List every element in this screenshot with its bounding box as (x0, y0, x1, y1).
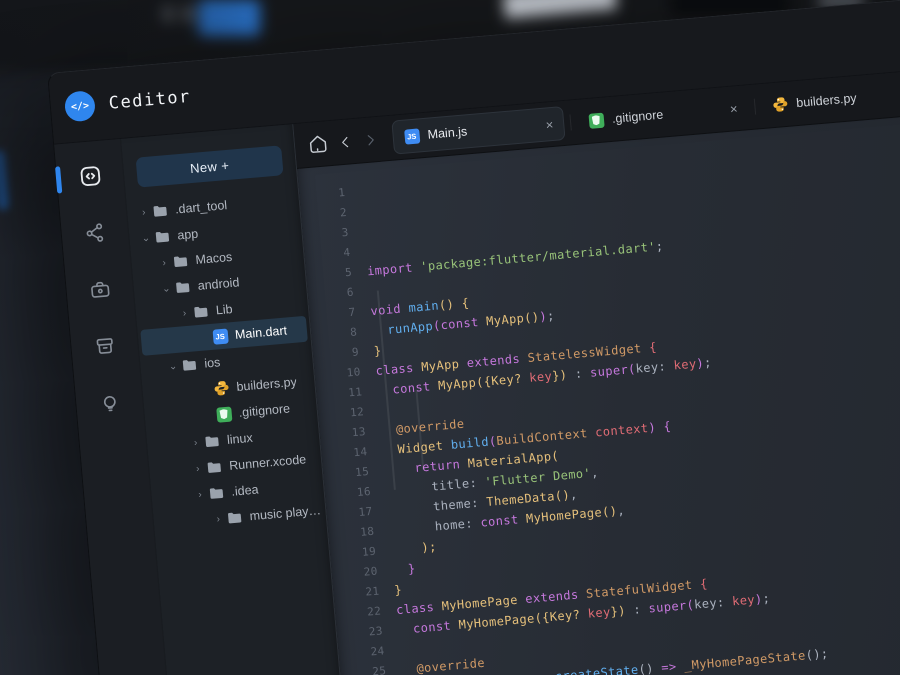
screenshot-canvas: </> Ceditor New + ›.dart_tool⌄app›Macos⌄… (0, 0, 900, 675)
chevron-left-icon[interactable] (336, 133, 354, 151)
lightbulb-icon[interactable] (90, 383, 129, 422)
folder-icon (206, 458, 223, 475)
folder-icon (208, 484, 225, 501)
close-icon[interactable]: × (729, 102, 738, 116)
gitignore-file-icon (216, 406, 232, 422)
python-file-icon (213, 380, 230, 397)
folder-icon (152, 202, 169, 219)
tree-chevron-icon: › (211, 513, 225, 525)
tree-chevron-icon: › (157, 257, 171, 269)
code-editor[interactable]: 1234567891011121314151617181920212223242… (297, 97, 900, 675)
folder-icon (172, 253, 189, 270)
 (197, 337, 210, 338)
new-file-button[interactable]: New + (136, 145, 284, 187)
git-network-icon[interactable] (75, 213, 114, 252)
editor-window: </> Ceditor New + ›.dart_tool⌄app›Macos⌄… (47, 0, 900, 675)
briefcase-icon[interactable] (80, 270, 119, 309)
code-editor-icon[interactable] (70, 156, 109, 195)
code-content: import 'package:flutter/material.dart'; … (359, 145, 841, 675)
folder-icon (181, 356, 198, 373)
tree-chevron-icon: › (189, 437, 203, 449)
git-icon (215, 405, 232, 422)
tree-chevron-icon: › (178, 307, 192, 319)
tree-chevron-icon: › (191, 463, 205, 475)
git-icon (587, 112, 604, 129)
tab-separator (754, 99, 756, 115)
tree-chevron-icon: › (137, 206, 151, 218)
app-title: Ceditor (108, 87, 192, 114)
python-icon (772, 96, 789, 113)
active-view-indicator (55, 166, 62, 193)
js-icon: JS (211, 328, 228, 345)
archive-box-icon[interactable] (85, 327, 124, 366)
tree-chevron-icon: ⌄ (159, 283, 173, 295)
app-logo-code-icon[interactable]: </> (64, 90, 96, 122)
folder-icon (226, 509, 243, 526)
folder-icon (192, 303, 209, 320)
python-icon (213, 380, 230, 397)
js-icon: JS (403, 127, 420, 144)
folder-icon (174, 279, 191, 296)
tab-builders-py[interactable]: builders.py× (760, 74, 900, 123)
python-file-icon (772, 96, 789, 113)
tree-chevron-icon: ⌄ (166, 360, 180, 372)
home-icon[interactable] (306, 132, 330, 156)
 (199, 389, 212, 390)
tree-chevron-icon: › (193, 488, 207, 500)
 (201, 415, 214, 416)
tree-chevron-icon: ⌄ (139, 232, 153, 244)
close-icon[interactable]: × (545, 117, 554, 131)
file-tree: ›.dart_tool⌄app›Macos⌄android›LibJSMain.… (126, 186, 326, 537)
tab-separator (569, 114, 571, 130)
folder-icon (203, 433, 220, 450)
gitignore-file-icon (588, 112, 604, 128)
folder-icon (154, 228, 171, 245)
js-file-icon: JS (404, 128, 420, 144)
js-file-icon: JS (212, 328, 228, 344)
chevron-right-icon[interactable] (361, 130, 379, 148)
